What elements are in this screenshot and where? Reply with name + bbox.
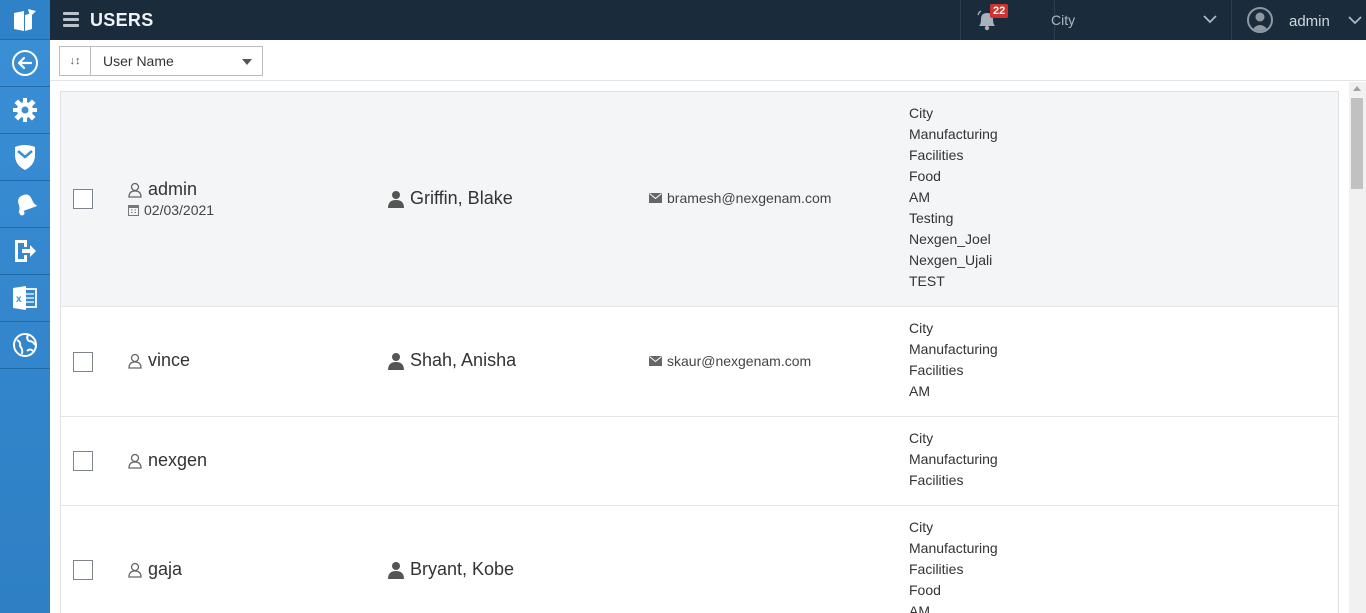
list-item[interactable]: vince Shah, Anisha skaur@nexgenam.com Ci… xyxy=(61,307,1338,417)
user-block: admin 02/03/2021 xyxy=(128,179,214,218)
full-name-text: Bryant, Kobe xyxy=(410,559,515,579)
group-item: AM xyxy=(909,383,930,399)
shield-icon[interactable] xyxy=(0,134,50,181)
user-solid-icon xyxy=(388,561,404,579)
group-item: Facilities xyxy=(909,561,964,577)
user-date: 02/03/2021 xyxy=(144,202,215,218)
email-text: skaur@nexgenam.com xyxy=(667,353,812,369)
group-item: AM xyxy=(909,189,930,205)
sort-field-value: User Name xyxy=(103,53,174,69)
group-list: City Manufacturing Facilities Food AM xyxy=(909,517,998,613)
envelope-icon xyxy=(649,356,662,366)
group-list: City Manufacturing Facilities AM xyxy=(909,318,998,402)
user-solid-icon xyxy=(388,190,404,208)
caret-down-icon xyxy=(242,59,252,65)
menu-icon[interactable] xyxy=(63,12,79,28)
row-checkbox[interactable] xyxy=(73,189,93,209)
avatar-icon xyxy=(1247,7,1273,33)
bell-icon[interactable] xyxy=(0,181,50,228)
user-list: admin 02/03/2021 Griffin, Blake bramesh@… xyxy=(60,91,1339,613)
full-name-text: Shah, Anisha xyxy=(410,350,517,370)
user-list-area: admin 02/03/2021 Griffin, Blake bramesh@… xyxy=(50,82,1349,613)
username-text: gaja xyxy=(148,559,183,579)
row-checkbox[interactable] xyxy=(73,352,93,372)
group-item: Nexgen_Joel xyxy=(909,231,991,247)
group-item: Food xyxy=(909,168,941,184)
user-outline-icon xyxy=(128,353,142,369)
username-text: nexgen xyxy=(148,450,208,470)
group-list: City Manufacturing Facilities xyxy=(909,428,998,491)
row-checkbox[interactable] xyxy=(73,451,93,471)
full-name: Griffin, Blake xyxy=(387,188,513,209)
app-logo-icon[interactable] xyxy=(0,0,50,40)
user-outline-icon xyxy=(128,182,142,198)
group-item: TEST xyxy=(909,273,945,289)
globe-icon[interactable] xyxy=(0,322,50,369)
scroll-up-arrow-icon[interactable] xyxy=(1353,86,1361,91)
username-text: admin xyxy=(148,179,198,199)
envelope-icon xyxy=(649,193,662,203)
chevron-down-icon[interactable] xyxy=(1202,13,1218,25)
sort-field-select[interactable]: User Name xyxy=(91,47,262,75)
list-item[interactable]: nexgen City Manufacturing Facilities xyxy=(61,417,1338,506)
user-outline-icon xyxy=(128,562,142,578)
user-menu[interactable]: admin xyxy=(1231,0,1366,40)
row-checkbox[interactable] xyxy=(73,560,93,580)
chevron-down-icon xyxy=(1348,16,1362,25)
svg-text:x: x xyxy=(16,294,22,305)
excel-icon[interactable]: x xyxy=(0,275,50,322)
back-arrow-icon[interactable] xyxy=(0,40,50,87)
full-name-text: Griffin, Blake xyxy=(410,188,513,208)
group-item: Manufacturing xyxy=(909,451,998,467)
group-item: City xyxy=(909,105,934,121)
group-item: Testing xyxy=(909,210,954,226)
full-name: Shah, Anisha xyxy=(387,350,516,371)
group-item: City xyxy=(909,430,934,446)
group-item: AM xyxy=(909,603,930,613)
notification-count-badge: 22 xyxy=(990,4,1009,18)
user-block: nexgen xyxy=(128,450,207,471)
calendar-icon xyxy=(128,205,139,216)
group-item: Facilities xyxy=(909,362,964,378)
sidebar: x xyxy=(0,0,50,613)
location-select[interactable]: City xyxy=(1051,12,1075,28)
email-text: bramesh@nexgenam.com xyxy=(667,190,832,206)
logout-door-icon[interactable] xyxy=(0,228,50,275)
vertical-scrollbar[interactable] xyxy=(1349,82,1366,613)
user-block: gaja xyxy=(128,559,182,580)
group-item: City xyxy=(909,519,934,535)
group-item: Facilities xyxy=(909,147,964,163)
scrollbar-thumb[interactable] xyxy=(1351,98,1363,189)
list-item[interactable]: gaja Bryant, Kobe City Manufacturing Fac… xyxy=(61,506,1338,613)
page-title: USERS xyxy=(90,10,154,30)
full-name: Bryant, Kobe xyxy=(387,559,514,580)
notifications-button[interactable]: 22 xyxy=(960,0,1055,40)
group-item: Manufacturing xyxy=(909,126,998,142)
email: skaur@nexgenam.com xyxy=(649,353,811,369)
top-bar: USERS 22 City admin xyxy=(50,0,1366,40)
user-solid-icon xyxy=(388,352,404,370)
list-toolbar: ↓↕ User Name xyxy=(50,40,1366,81)
sort-control: ↓↕ User Name xyxy=(59,46,263,76)
current-username: admin xyxy=(1289,13,1330,30)
group-item: Food xyxy=(909,582,941,598)
group-item: Nexgen_Ujali xyxy=(909,252,993,268)
user-block: vince xyxy=(128,350,190,371)
group-item: Manufacturing xyxy=(909,341,998,357)
sort-order-icon: ↓↕ xyxy=(69,55,81,67)
sort-direction-toggle[interactable]: ↓↕ xyxy=(60,47,91,75)
group-item: City xyxy=(909,320,934,336)
group-item: Manufacturing xyxy=(909,540,998,556)
group-item: Facilities xyxy=(909,472,964,488)
user-outline-icon xyxy=(128,453,142,469)
list-item[interactable]: admin 02/03/2021 Griffin, Blake bramesh@… xyxy=(61,92,1338,307)
group-list: City Manufacturing Facilities Food AM Te… xyxy=(909,103,998,292)
gear-icon[interactable] xyxy=(0,87,50,134)
username-text: vince xyxy=(148,350,191,370)
email: bramesh@nexgenam.com xyxy=(649,190,831,206)
